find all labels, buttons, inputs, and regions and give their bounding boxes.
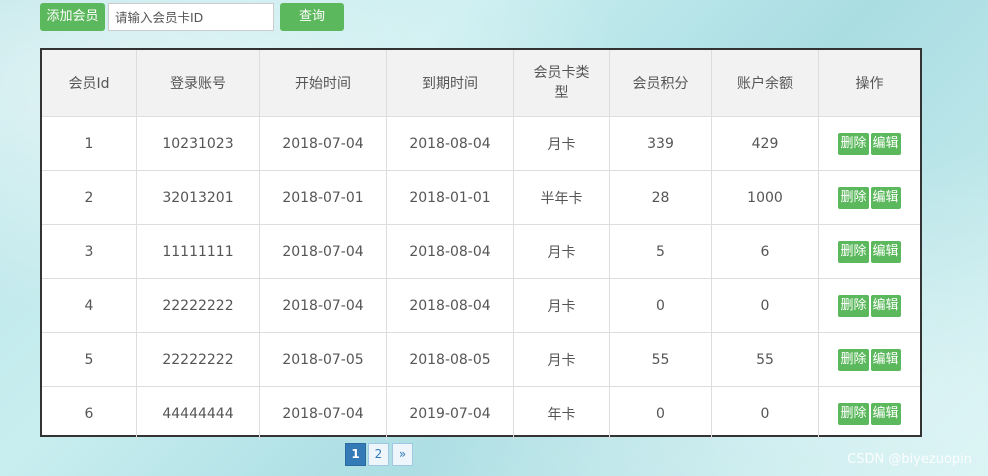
column-header-id: 会员Id bbox=[42, 50, 137, 117]
cell-actions: 删除 编辑 bbox=[818, 386, 920, 440]
cell-balance: 429 bbox=[711, 116, 819, 171]
table-row: 6 44444444 2018-07-04 2019-07-04 年卡 0 0 删除 编辑 bbox=[42, 386, 920, 440]
delete-button[interactable]: 删除 bbox=[838, 132, 869, 155]
page-1-button[interactable]: 1 bbox=[345, 443, 366, 466]
cell-account: 22222222 bbox=[136, 278, 260, 333]
edit-button[interactable]: 编辑 bbox=[870, 294, 901, 317]
cell-points: 5 bbox=[609, 224, 712, 279]
cell-account: 32013201 bbox=[136, 170, 260, 225]
edit-button[interactable]: 编辑 bbox=[870, 132, 901, 155]
cell-points: 28 bbox=[609, 170, 712, 225]
delete-button[interactable]: 删除 bbox=[838, 402, 869, 425]
edit-button[interactable]: 编辑 bbox=[870, 240, 901, 263]
add-member-button[interactable]: 添加会员 bbox=[40, 3, 105, 31]
next-page-button[interactable]: » bbox=[392, 443, 413, 466]
cell-end-time: 2018-08-05 bbox=[386, 332, 514, 387]
edit-button[interactable]: 编辑 bbox=[870, 402, 901, 425]
delete-button[interactable]: 删除 bbox=[838, 240, 869, 263]
column-header-account: 登录账号 bbox=[136, 50, 260, 117]
cell-card-type: 年卡 bbox=[513, 386, 610, 440]
cell-start-time: 2018-07-04 bbox=[259, 386, 387, 440]
cell-id: 2 bbox=[42, 170, 137, 225]
watermark: CSDN @biyezuopin bbox=[847, 452, 972, 467]
cell-start-time: 2018-07-04 bbox=[259, 116, 387, 171]
cell-id: 1 bbox=[42, 116, 137, 171]
page-2-button[interactable]: 2 bbox=[368, 443, 389, 466]
cell-end-time: 2018-08-04 bbox=[386, 278, 514, 333]
edit-button[interactable]: 编辑 bbox=[870, 348, 901, 371]
cell-balance: 0 bbox=[711, 278, 819, 333]
cell-balance: 0 bbox=[711, 386, 819, 440]
cell-account: 44444444 bbox=[136, 386, 260, 440]
cell-balance: 55 bbox=[711, 332, 819, 387]
cell-account: 11111111 bbox=[136, 224, 260, 279]
column-header-points: 会员积分 bbox=[609, 50, 712, 117]
query-button[interactable]: 查询 bbox=[280, 3, 344, 31]
members-table: 会员Id 登录账号 开始时间 到期时间 会员卡类型 会员积分 账户余额 操作 1… bbox=[40, 48, 922, 440]
delete-button[interactable]: 删除 bbox=[838, 294, 869, 317]
column-header-card-type: 会员卡类型 bbox=[513, 50, 610, 117]
cell-actions: 删除 编辑 bbox=[818, 170, 920, 225]
cell-id: 4 bbox=[42, 278, 137, 333]
cell-end-time: 2018-01-01 bbox=[386, 170, 514, 225]
column-header-start-time: 开始时间 bbox=[259, 50, 387, 117]
cell-card-type: 月卡 bbox=[513, 278, 610, 333]
cell-points: 0 bbox=[609, 278, 712, 333]
cell-end-time: 2018-08-04 bbox=[386, 224, 514, 279]
cell-actions: 删除 编辑 bbox=[818, 224, 920, 279]
cell-actions: 删除 编辑 bbox=[818, 332, 920, 387]
edit-button[interactable]: 编辑 bbox=[870, 186, 901, 209]
cell-start-time: 2018-07-01 bbox=[259, 170, 387, 225]
cell-points: 0 bbox=[609, 386, 712, 440]
column-header-end-time: 到期时间 bbox=[386, 50, 514, 117]
cell-card-type: 月卡 bbox=[513, 224, 610, 279]
cell-account: 10231023 bbox=[136, 116, 260, 171]
cell-balance: 6 bbox=[711, 224, 819, 279]
cell-start-time: 2018-07-04 bbox=[259, 278, 387, 333]
cell-card-type: 半年卡 bbox=[513, 170, 610, 225]
table-header-row: 会员Id 登录账号 开始时间 到期时间 会员卡类型 会员积分 账户余额 操作 bbox=[42, 50, 920, 117]
cell-points: 55 bbox=[609, 332, 712, 387]
delete-button[interactable]: 删除 bbox=[838, 186, 869, 209]
cell-end-time: 2018-08-04 bbox=[386, 116, 514, 171]
cell-points: 339 bbox=[609, 116, 712, 171]
table-row: 5 22222222 2018-07-05 2018-08-05 月卡 55 55 删除 编辑 bbox=[42, 332, 920, 387]
cell-id: 3 bbox=[42, 224, 137, 279]
cell-start-time: 2018-07-04 bbox=[259, 224, 387, 279]
member-card-search-input[interactable] bbox=[108, 3, 274, 31]
cell-card-type: 月卡 bbox=[513, 116, 610, 171]
table-row: 3 11111111 2018-07-04 2018-08-04 月卡 5 6 删除 编辑 bbox=[42, 224, 920, 279]
delete-button[interactable]: 删除 bbox=[838, 348, 869, 371]
table-row: 4 22222222 2018-07-04 2018-08-04 月卡 0 0 删除 编辑 bbox=[42, 278, 920, 333]
cell-id: 6 bbox=[42, 386, 137, 440]
cell-account: 22222222 bbox=[136, 332, 260, 387]
column-header-actions: 操作 bbox=[818, 50, 920, 117]
cell-id: 5 bbox=[42, 332, 137, 387]
table-row: 2 32013201 2018-07-01 2018-01-01 半年卡 28 1000 删除… bbox=[42, 170, 920, 225]
table-row: 1 10231023 2018-07-04 2018-08-04 月卡 339 429 删除编… bbox=[42, 116, 920, 171]
cell-end-time: 2019-07-04 bbox=[386, 386, 514, 440]
cell-balance: 1000 bbox=[711, 170, 819, 225]
cell-actions: 删除 编辑 bbox=[818, 116, 920, 171]
cell-card-type: 月卡 bbox=[513, 332, 610, 387]
column-header-balance: 账户余额 bbox=[711, 50, 819, 117]
cell-actions: 删除 编辑 bbox=[818, 278, 920, 333]
cell-start-time: 2018-07-05 bbox=[259, 332, 387, 387]
